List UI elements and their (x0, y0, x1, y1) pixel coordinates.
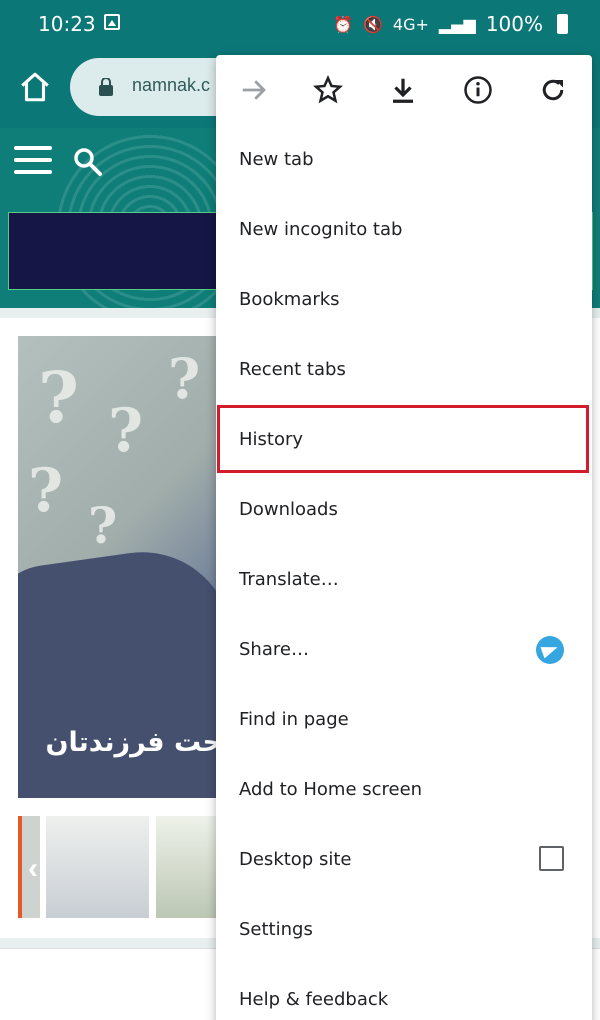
menu-item-settings[interactable]: Settings (216, 895, 592, 965)
question-mark-decor: ? (28, 456, 64, 526)
status-right: ⏰ 🔇 4G+ ▂▄▆ 100% (333, 12, 568, 36)
thumbnail[interactable]: ‹ (18, 816, 40, 918)
telegram-icon[interactable] (536, 636, 564, 664)
home-icon[interactable] (18, 70, 52, 104)
thumbnail[interactable] (46, 816, 149, 918)
image-notification-icon (104, 14, 120, 30)
menu-item-desktop-site[interactable]: Desktop site (216, 825, 592, 895)
battery-level: 100% (485, 12, 543, 36)
menu-item-label: History (239, 429, 304, 450)
menu-icon-row (216, 55, 592, 125)
url-text: namnak.c (132, 75, 211, 95)
question-mark-decor: ? (108, 396, 144, 466)
chevron-left-icon[interactable]: ‹ (28, 852, 38, 886)
lock-icon (99, 78, 113, 96)
refresh-icon[interactable] (538, 75, 568, 105)
menu-item-new-tab[interactable]: New tab (216, 125, 592, 195)
menu-item-help-feedback[interactable]: Help & feedback (216, 965, 592, 1020)
thumbnail-strip: ‹ (18, 816, 218, 918)
menu-item-share[interactable]: Share… (216, 615, 592, 685)
info-icon[interactable] (463, 75, 493, 105)
menu-item-add-to-home-screen[interactable]: Add to Home screen (216, 755, 592, 825)
alarm-icon: ⏰ (333, 14, 353, 34)
thumbnail[interactable] (156, 816, 218, 918)
mute-icon: 🔇 (362, 14, 383, 34)
menu-item-history[interactable]: History (216, 405, 592, 475)
menu-item-label: Share… (239, 639, 309, 660)
download-icon[interactable] (388, 75, 418, 105)
menu-item-label: Translate… (239, 569, 339, 590)
menu-item-label: Recent tabs (239, 359, 346, 380)
person-figure (18, 540, 218, 798)
status-bar: 10:23 ⏰ 🔇 4G+ ▂▄▆ 100% (0, 0, 600, 48)
menu-item-label: Desktop site (239, 849, 352, 870)
question-mark-decor: ? (88, 496, 118, 555)
browser-overflow-menu: New tab New incognito tab Bookmarks Rece… (216, 55, 592, 1020)
menu-item-bookmarks[interactable]: Bookmarks (216, 265, 592, 335)
menu-item-label: Bookmarks (239, 289, 340, 310)
forward-icon[interactable] (239, 75, 269, 105)
menu-item-label: New tab (239, 149, 314, 170)
menu-item-label: New incognito tab (239, 219, 403, 240)
desktop-site-checkbox[interactable] (539, 846, 564, 871)
menu-item-downloads[interactable]: Downloads (216, 475, 592, 545)
hero-caption: حت فرزندتان (45, 727, 218, 758)
status-time: 10:23 (38, 12, 96, 36)
hero-image[interactable]: ? ? ? ? ? حت فرزندتان (18, 336, 218, 798)
menu-item-label: Downloads (239, 499, 338, 520)
search-icon[interactable] (72, 146, 104, 178)
menu-item-recent-tabs[interactable]: Recent tabs (216, 335, 592, 405)
question-mark-decor: ? (168, 346, 201, 411)
menu-item-label: Find in page (239, 709, 349, 730)
menu-item-label: Help & feedback (239, 989, 389, 1010)
question-mark-decor: ? (38, 356, 80, 439)
menu-item-label: Settings (239, 919, 313, 940)
battery-icon (557, 14, 568, 34)
signal-icon: ▂▄▆ (438, 14, 476, 34)
menu-item-translate[interactable]: Translate… (216, 545, 592, 615)
hamburger-menu-icon[interactable] (14, 146, 52, 176)
bookmark-star-icon[interactable] (313, 75, 343, 105)
network-type: 4G+ (392, 14, 429, 34)
menu-item-new-incognito-tab[interactable]: New incognito tab (216, 195, 592, 265)
menu-item-label: Add to Home screen (239, 779, 423, 800)
menu-item-find-in-page[interactable]: Find in page (216, 685, 592, 755)
